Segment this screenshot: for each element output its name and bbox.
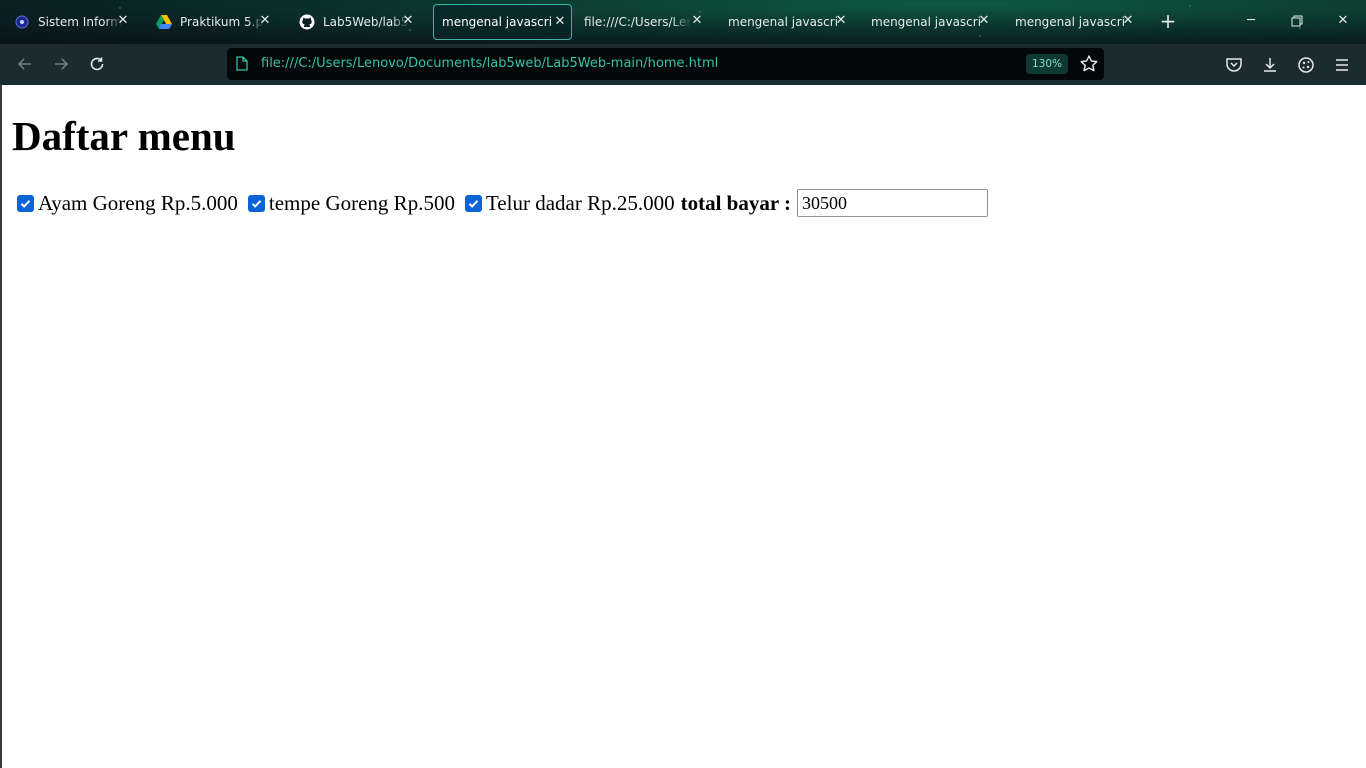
hamburger-menu-icon[interactable] [1332, 55, 1352, 75]
page-title: Daftar menu [12, 113, 236, 159]
menu-item-label: tempe Goreng Rp.500 [268, 190, 455, 215]
close-tab-icon[interactable]: ✕ [258, 14, 272, 28]
page-document-icon [236, 56, 248, 71]
checkbox-ayam-goreng[interactable] [17, 194, 34, 212]
site-favicon-icon [14, 14, 30, 30]
checkbox-tempe-goreng[interactable] [247, 194, 265, 212]
zoom-level-badge[interactable]: 130% [1026, 54, 1068, 74]
download-icon[interactable] [1260, 55, 1280, 75]
menu-item-label: Ayam Goreng Rp.5.000 [38, 190, 238, 215]
tab-mengenal-javascript[interactable]: mengenal javascript ✕ [720, 4, 852, 40]
close-tab-icon[interactable]: ✕ [1121, 14, 1135, 28]
close-tab-icon[interactable]: ✕ [116, 14, 130, 28]
new-tab-button[interactable]: + [1159, 11, 1177, 31]
tab-praktikum-pdf[interactable]: Praktikum 5.pdf ✕ [148, 4, 276, 40]
tab-strip: Sistem Informasi ✕ Praktikum 5.pdf ✕ Lab… [0, 0, 1366, 44]
menu-item-label: Telur dadar Rp.25.000 [485, 190, 675, 215]
reload-icon[interactable] [87, 55, 107, 75]
address-bar[interactable]: file:///C:/Users/Lenovo/Documents/lab5we… [227, 48, 1104, 80]
url-text[interactable]: file:///C:/Users/Lenovo/Documents/lab5we… [261, 56, 718, 71]
close-tab-icon[interactable]: ✕ [977, 14, 991, 28]
tab-mengenal-javascript-active[interactable]: mengenal javascript ✕ [433, 4, 572, 40]
pocket-icon[interactable] [1224, 55, 1244, 75]
tab-sistem-informasi[interactable]: Sistem Informasi ✕ [6, 4, 134, 40]
forward-arrow-icon[interactable] [51, 55, 71, 75]
tab-title: Praktikum 5.pdf [180, 15, 264, 29]
tab-mengenal-javascript[interactable]: mengenal javascript ✕ [1007, 4, 1139, 40]
restore-window-button[interactable] [1289, 12, 1305, 30]
navigation-toolbar: file:///C:/Users/Lenovo/Documents/lab5we… [0, 44, 1366, 85]
cookie-extension-icon[interactable] [1296, 55, 1316, 75]
tab-title: mengenal javascript [442, 15, 552, 29]
tab-mengenal-javascript[interactable]: mengenal javascript ✕ [863, 4, 995, 40]
tab-title: mengenal javascript [728, 15, 838, 29]
close-tab-icon[interactable]: ✕ [834, 14, 848, 28]
minimize-window-button[interactable]: ─ [1243, 12, 1259, 30]
tab-title: mengenal javascript [871, 15, 981, 29]
tab-title: Lab5Web/lab5_js [323, 15, 409, 29]
tab-file-url[interactable]: file:///C:/Users/Lenovo ✕ [576, 4, 708, 40]
close-tab-icon[interactable]: ✕ [401, 14, 415, 28]
tab-title: Sistem Informasi [38, 15, 122, 29]
close-tab-icon[interactable]: ✕ [690, 14, 704, 28]
tab-title: file:///C:/Users/Lenovo [584, 15, 692, 29]
checkbox-telur-dadar[interactable] [464, 194, 482, 212]
menu-form: Ayam Goreng Rp.5.000 tempe Goreng Rp.500… [17, 189, 989, 217]
window-left-edge [0, 85, 2, 768]
total-bayar-input[interactable] [797, 189, 989, 217]
bookmark-star-icon[interactable] [1079, 54, 1099, 74]
github-icon [299, 14, 315, 30]
close-tab-icon[interactable]: ✕ [553, 15, 567, 29]
page-content: Daftar menu Ayam Goreng Rp.5.000 tempe G… [0, 85, 1366, 768]
tab-github-lab5web[interactable]: Lab5Web/lab5_js ✕ [291, 4, 419, 40]
google-drive-icon [156, 14, 172, 30]
back-arrow-icon[interactable] [15, 55, 35, 75]
close-window-button[interactable]: ✕ [1335, 12, 1351, 30]
total-bayar-label: total bayar : [680, 190, 792, 215]
tab-title: mengenal javascript [1015, 15, 1125, 29]
